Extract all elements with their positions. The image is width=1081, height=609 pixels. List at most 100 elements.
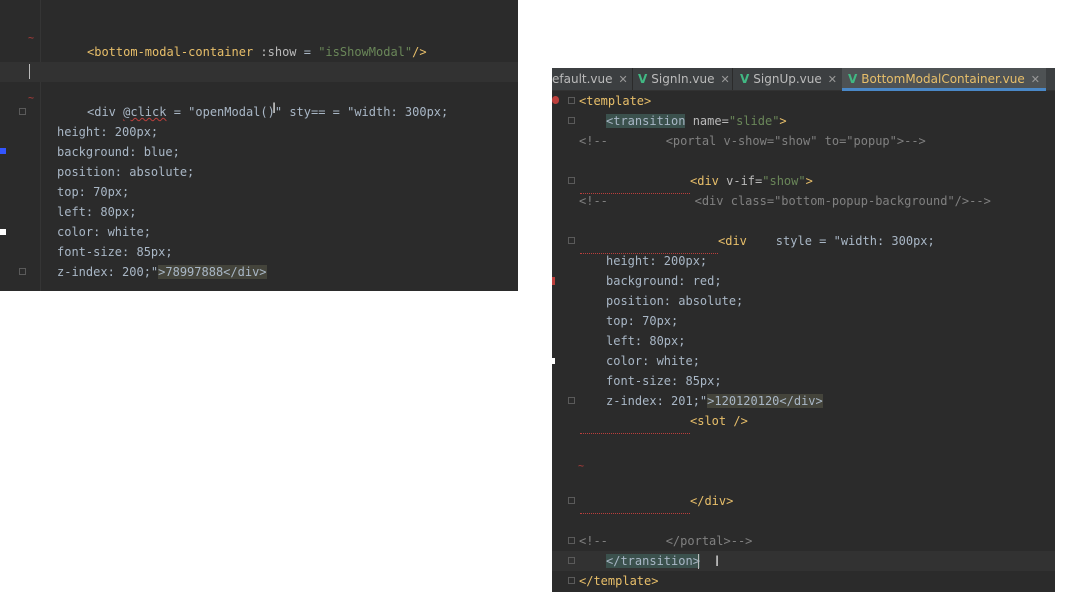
code-token: height: 200px; <box>606 254 708 268</box>
code-text: color: white; <box>606 351 700 371</box>
left-code-editor[interactable]: ~ ~ <bottom-modal-container :show = "isS… <box>0 0 518 291</box>
code-line[interactable]: <div @click = "openModal()" sty== = "wid… <box>0 102 518 122</box>
error-squiggle <box>580 510 690 514</box>
code-line[interactable]: <transition name="slide"> <box>552 111 1055 131</box>
close-icon[interactable]: ✕ <box>1031 73 1040 86</box>
code-line[interactable] <box>552 451 1055 471</box>
close-icon[interactable]: ✕ <box>828 73 837 86</box>
code-token: <div <box>87 105 124 119</box>
fold-icon[interactable] <box>568 177 575 184</box>
code-line[interactable]: top: 70px; <box>0 182 518 202</box>
tab-signup-vue[interactable]: V SignUp.vue ✕ <box>740 68 837 90</box>
code-line[interactable]: </div> <box>552 491 1055 511</box>
code-text: <template> <box>579 91 651 111</box>
code-line[interactable] <box>552 511 1055 531</box>
code-token: "slide" <box>728 114 780 128</box>
vue-icon: V <box>638 72 648 86</box>
code-line[interactable]: <div style = "width: 300px; <box>552 231 1055 251</box>
code-line[interactable]: </template> <box>552 571 1055 591</box>
code-line[interactable]: z-index: 200;">78997888</div> <box>0 262 518 282</box>
code-text: height: 200px; <box>606 251 707 271</box>
code-token: v-if= <box>726 174 763 188</box>
code-text: <div style = "width: 300px; <box>718 231 935 251</box>
code-token: <transition <box>606 114 686 128</box>
code-token: > <box>779 114 787 128</box>
code-line[interactable]: top: 70px; <box>552 311 1055 331</box>
mouse-ibeam-cursor: I <box>272 101 277 117</box>
code-line[interactable]: left: 80px; <box>0 202 518 222</box>
code-line[interactable]: <div v-if="show"> <box>552 171 1055 191</box>
close-icon[interactable]: ✕ <box>619 73 628 86</box>
code-token: top: 70px; <box>57 185 130 199</box>
code-text: background: blue; <box>57 142 180 162</box>
code-line[interactable]: color: white; <box>552 351 1055 371</box>
fold-icon[interactable] <box>568 117 575 124</box>
code-token: </transition> <box>606 554 700 568</box>
code-token: "show" <box>762 174 806 188</box>
code-text: <!-- </portal>--> <box>579 531 752 551</box>
code-line[interactable]: background: blue; <box>0 142 518 162</box>
fold-icon[interactable] <box>568 497 575 504</box>
fold-icon[interactable] <box>568 537 575 544</box>
code-token: >78997888</div> <box>158 265 267 279</box>
code-line[interactable]: font-size: 85px; <box>552 371 1055 391</box>
code-token: font-size: 85px; <box>606 374 722 388</box>
code-text: z-index: 200;">78997888</div> <box>57 262 267 282</box>
code-token: background: red; <box>606 274 722 288</box>
code-text: height: 200px; <box>57 122 158 142</box>
code-token: </template> <box>579 574 659 588</box>
code-line[interactable]: <template> <box>552 91 1055 111</box>
code-token: left: 80px; <box>57 205 137 219</box>
tab-signin-vue[interactable]: V SignIn.vue ✕ <box>638 68 730 90</box>
code-line[interactable]: left: 80px; <box>552 331 1055 351</box>
code-line[interactable]: position: absolute; <box>0 162 518 182</box>
code-text: top: 70px; <box>57 182 129 202</box>
code-token: <bottom-modal-container <box>87 45 261 59</box>
code-line[interactable]: <!-- </portal>--> <box>552 531 1055 551</box>
code-text: z-index: 201;">120120120</div> <box>606 391 823 411</box>
code-line[interactable]: height: 200px; <box>0 122 518 142</box>
code-line[interactable] <box>552 431 1055 451</box>
fold-icon[interactable] <box>568 237 575 244</box>
code-text: font-size: 85px; <box>57 242 173 262</box>
right-code-editor[interactable]: efault.vue ✕ V SignIn.vue ✕ V SignUp.vue ✕ VB… <box>552 68 1055 592</box>
code-token: @click <box>123 105 167 119</box>
code-line[interactable]: z-index: 201;">120120120</div> <box>552 391 1055 411</box>
code-text: </transition> <box>606 551 700 571</box>
code-token: height: 200px; <box>57 125 159 139</box>
code-text: left: 80px; <box>57 202 136 222</box>
code-text: </div> <box>690 491 733 511</box>
code-token: = "width: 300px; <box>325 105 449 119</box>
code-line[interactable]: <!-- <portal v-show="show" to="popup">--… <box>552 131 1055 151</box>
close-icon[interactable]: ✕ <box>721 73 730 86</box>
code-line[interactable]: <bottom-modal-container :show = "isShowM… <box>0 42 518 62</box>
code-line[interactable] <box>552 151 1055 171</box>
fold-icon[interactable] <box>568 97 575 104</box>
tab-default-vue[interactable]: efault.vue ✕ <box>552 68 628 90</box>
code-line[interactable]: </transition> <box>552 551 1055 571</box>
code-line[interactable]: font-size: 85px; <box>0 242 518 262</box>
fold-icon[interactable] <box>568 397 575 404</box>
code-line[interactable]: <!-- <div class="bottom-popup-background… <box>552 191 1055 211</box>
code-token: sty== <box>289 105 326 119</box>
tab-bottommodalcontainer-vue[interactable]: V BottomModalContainer.vue ✕ <box>842 68 1046 91</box>
code-line[interactable]: <slot /> <box>552 411 1055 431</box>
code-token: = "openModal()" <box>166 105 290 119</box>
code-token: >120120120</div> <box>707 394 823 408</box>
code-line[interactable]: color: white; <box>0 222 518 242</box>
code-token: top: 70px; <box>606 314 679 328</box>
code-line[interactable]: position: absolute; <box>552 291 1055 311</box>
code-token: font-size: 85px; <box>57 245 173 259</box>
code-line[interactable]: background: red; <box>552 271 1055 291</box>
code-token: position: absolute; <box>57 165 195 179</box>
code-token: > <box>805 174 813 188</box>
text-caret <box>29 64 30 79</box>
code-line[interactable] <box>552 471 1055 491</box>
code-text: color: white; <box>57 222 151 242</box>
fold-icon[interactable] <box>568 557 575 564</box>
code-line[interactable]: height: 200px; <box>552 251 1055 271</box>
code-token: <div <box>690 174 727 188</box>
fold-icon[interactable] <box>568 577 575 584</box>
code-line[interactable] <box>552 211 1055 231</box>
code-token: name= <box>685 114 729 128</box>
